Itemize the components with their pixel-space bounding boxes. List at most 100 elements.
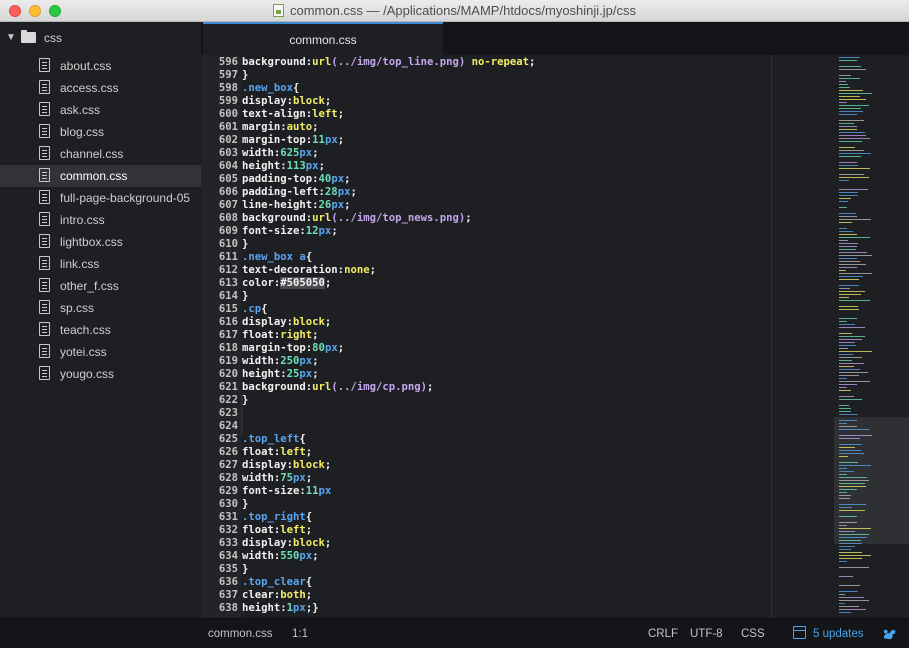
code-token: 12: [305, 225, 319, 237]
code-line[interactable]: display:block;: [242, 316, 331, 329]
file-item[interactable]: other_f.css: [0, 275, 201, 297]
status-file-name[interactable]: common.css: [208, 628, 273, 640]
code-line[interactable]: }: [242, 290, 248, 303]
code-token: display:: [242, 95, 294, 107]
code-line[interactable]: }: [242, 238, 248, 251]
code-token: float:: [242, 446, 281, 458]
code-line[interactable]: color:#505050;: [242, 277, 331, 290]
status-updates[interactable]: 5 updates: [813, 628, 864, 640]
code-token: }: [242, 563, 249, 575]
minimap-line: [839, 264, 866, 265]
file-item[interactable]: blog.css: [0, 121, 201, 143]
code-line[interactable]: .top_clear{: [242, 576, 312, 589]
minimap-line: [839, 240, 848, 241]
line-number: 599: [218, 95, 238, 107]
file-item[interactable]: ask.css: [0, 99, 201, 121]
chevron-down-icon[interactable]: ▼: [6, 31, 16, 45]
code-line[interactable]: background:url(../img/cp.png);: [242, 381, 433, 394]
code-line[interactable]: padding-left:28px;: [242, 186, 357, 199]
code-line[interactable]: float:left;: [242, 446, 312, 459]
code-line[interactable]: font-size:12px;: [242, 225, 338, 238]
minimap-line: [839, 339, 862, 340]
code-line[interactable]: }: [242, 563, 248, 576]
minimap-line: [839, 267, 857, 268]
file-item[interactable]: full-page-background-05: [0, 187, 201, 209]
code-line[interactable]: height:1px;}: [242, 602, 319, 615]
status-line-ending[interactable]: CRLF: [648, 628, 678, 640]
code-area[interactable]: background:url(../img/top_line.png) no-r…: [241, 55, 771, 618]
code-line[interactable]: display:block;: [242, 459, 331, 472]
code-line[interactable]: float:right;: [242, 329, 319, 342]
file-label: access.css: [60, 81, 119, 95]
file-label: blog.css: [60, 125, 105, 139]
code-line[interactable]: font-size:11px: [242, 485, 331, 498]
code-line[interactable]: margin-top:80px;: [242, 342, 344, 355]
line-number: 634: [218, 550, 238, 562]
folder-row-css[interactable]: ▼ css: [0, 28, 201, 50]
code-line[interactable]: .new_box{: [242, 82, 299, 95]
code-line[interactable]: line-height:26px;: [242, 199, 350, 212]
code-line[interactable]: .new_box a{: [242, 251, 312, 264]
code-line[interactable]: margin:auto;: [242, 121, 319, 134]
file-item[interactable]: common.css: [0, 165, 201, 187]
file-item[interactable]: teach.css: [0, 319, 201, 341]
code-line[interactable]: .top_left{: [242, 433, 306, 446]
file-item[interactable]: access.css: [0, 77, 201, 99]
minimap-line: [839, 354, 853, 355]
code-line[interactable]: text-align:left;: [242, 108, 344, 121]
file-item[interactable]: intro.css: [0, 209, 201, 231]
tab-common-css[interactable]: common.css: [203, 22, 443, 55]
file-item[interactable]: yougo.css: [0, 363, 201, 385]
code-token: clear:: [242, 589, 281, 601]
minimap-line: [839, 348, 848, 349]
minimap-line: [839, 612, 851, 613]
minimap-line: [839, 213, 856, 214]
code-line[interactable]: clear:both;: [242, 589, 312, 602]
minimap[interactable]: [834, 55, 909, 618]
status-encoding[interactable]: UTF-8: [690, 628, 723, 640]
code-line[interactable]: }: [242, 69, 248, 82]
line-number: 604: [218, 160, 238, 172]
code-line[interactable]: }: [242, 498, 248, 511]
code-line[interactable]: text-decoration:none;: [242, 264, 376, 277]
code-line[interactable]: display:block;: [242, 95, 331, 108]
code-editor[interactable]: 596 597 598 599 600 601 602 603 604 605 606 607 608 6…: [201, 55, 909, 618]
code-line[interactable]: .cp{: [242, 303, 268, 316]
minimap-line: [839, 222, 852, 223]
file-icon: [39, 58, 50, 72]
code-token: width:: [242, 355, 281, 367]
minimap-line: [839, 597, 864, 598]
code-line[interactable]: width:250px;: [242, 355, 319, 368]
status-cursor-position[interactable]: 1:1: [292, 628, 308, 640]
file-item[interactable]: yotei.css: [0, 341, 201, 363]
code-line[interactable]: margin-top:11px;: [242, 134, 344, 147]
code-line[interactable]: height:113px;: [242, 160, 325, 173]
code-line[interactable]: padding-top:40px;: [242, 173, 350, 186]
code-line[interactable]: .top_right{: [242, 511, 312, 524]
code-token: ;: [312, 550, 319, 562]
code-line[interactable]: height:25px;: [242, 368, 319, 381]
minimap-line: [839, 255, 872, 256]
file-item[interactable]: channel.css: [0, 143, 201, 165]
squirrel-icon[interactable]: [882, 626, 897, 641]
minimap-line: [839, 177, 869, 178]
minimap-line: [839, 585, 860, 586]
code-line[interactable]: width:625px;: [242, 147, 319, 160]
file-item[interactable]: about.css: [0, 55, 201, 77]
code-token: px: [305, 160, 319, 172]
code-token: right: [280, 329, 313, 341]
file-item[interactable]: sp.css: [0, 297, 201, 319]
code-line[interactable]: width:550px;: [242, 550, 319, 563]
minimap-line: [839, 102, 847, 103]
file-item[interactable]: link.css: [0, 253, 201, 275]
code-line[interactable]: display:block;: [242, 537, 331, 550]
code-line[interactable]: width:75px;: [242, 472, 312, 485]
code-line[interactable]: background:url(../img/top_news.png);: [242, 212, 472, 225]
status-grammar[interactable]: CSS: [741, 628, 765, 640]
minimap-line: [839, 600, 869, 601]
code-line[interactable]: float:left;: [242, 524, 312, 537]
file-item[interactable]: lightbox.css: [0, 231, 201, 253]
minimap-line: [839, 90, 863, 91]
code-line[interactable]: }: [242, 394, 248, 407]
code-line[interactable]: background:url(../img/top_line.png) no-r…: [242, 56, 535, 69]
